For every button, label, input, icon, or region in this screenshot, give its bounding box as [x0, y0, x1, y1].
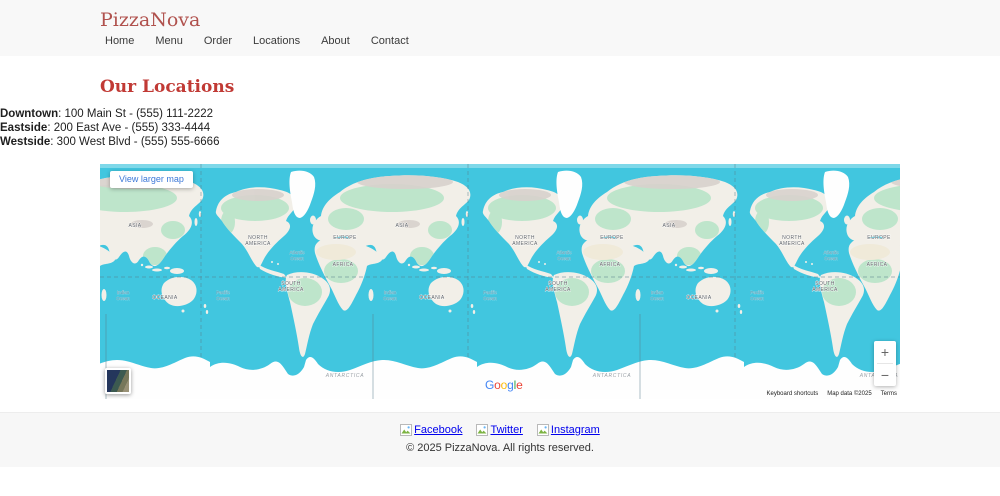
location-item-downtown: Downtown: 100 Main St - (555) 111-2222	[0, 107, 1000, 121]
location-name: Eastside	[0, 122, 48, 134]
main-nav: Home Menu Order Locations About Contact	[100, 35, 1000, 47]
map-data-label: Map data ©2025	[827, 391, 872, 397]
location-item-westside: Westside: 300 West Blvd - (555) 555-6666	[0, 135, 1000, 149]
location-name: Westside	[0, 136, 51, 148]
locations-list: Downtown: 100 Main St - (555) 111-2222 E…	[0, 107, 1000, 149]
broken-image-icon	[476, 424, 489, 436]
broken-image-icon	[400, 424, 413, 436]
facebook-link[interactable]: Facebook	[400, 424, 462, 436]
terms-link[interactable]: Terms	[881, 391, 897, 397]
zoom-out-button[interactable]: −	[874, 364, 896, 386]
nav-item-contact[interactable]: Contact	[371, 35, 409, 47]
nav-item-locations[interactable]: Locations	[253, 35, 300, 47]
nav-item-about[interactable]: About	[321, 35, 350, 47]
google-logo[interactable]: Google	[485, 378, 523, 392]
twitter-link[interactable]: Twitter	[476, 424, 523, 436]
location-details: : 100 Main St - (555) 111-2222	[58, 108, 214, 120]
keyboard-shortcuts-link[interactable]: Keyboard shortcuts	[767, 391, 819, 397]
location-details: : 300 West Blvd - (555) 555-6666	[50, 136, 220, 148]
nav-item-home[interactable]: Home	[105, 35, 134, 47]
broken-image-icon	[536, 424, 549, 436]
copyright-text: © 2025 PizzaNova. All rights reserved.	[406, 442, 594, 454]
satellite-view-thumbnail[interactable]	[105, 368, 131, 394]
world-map-canvas[interactable]: NORTH AMERICA SOUTH AMERICA EUROPE ASIA …	[100, 164, 900, 399]
map-attribution: Keyboard shortcuts Map data ©2025 Terms	[767, 391, 898, 397]
google-map-embed[interactable]: NORTH AMERICA SOUTH AMERICA EUROPE ASIA …	[100, 164, 900, 399]
location-item-eastside: Eastside: 200 East Ave - (555) 333-4444	[0, 121, 1000, 135]
location-name: Downtown	[0, 108, 59, 120]
nav-item-order[interactable]: Order	[204, 35, 232, 47]
instagram-link[interactable]: Instagram	[536, 424, 600, 436]
site-footer: Facebook Twitter Instagram © 2025 PizzaN…	[0, 412, 1000, 467]
page-title: Our Locations	[100, 77, 235, 97]
zoom-in-button[interactable]: +	[874, 341, 896, 363]
map-zoom-controls: + −	[874, 341, 896, 386]
site-logo: PizzaNova	[100, 9, 201, 31]
view-larger-map-button[interactable]: View larger map	[110, 171, 193, 188]
locations-page: Our Locations Downtown: 100 Main St - (5…	[0, 77, 1000, 412]
site-header: PizzaNova Home Menu Order Locations Abou…	[0, 0, 1000, 56]
location-details: : 200 East Ave - (555) 333-4444	[47, 122, 211, 134]
social-links: Facebook Twitter Instagram	[0, 424, 1000, 436]
nav-item-menu[interactable]: Menu	[155, 35, 183, 47]
